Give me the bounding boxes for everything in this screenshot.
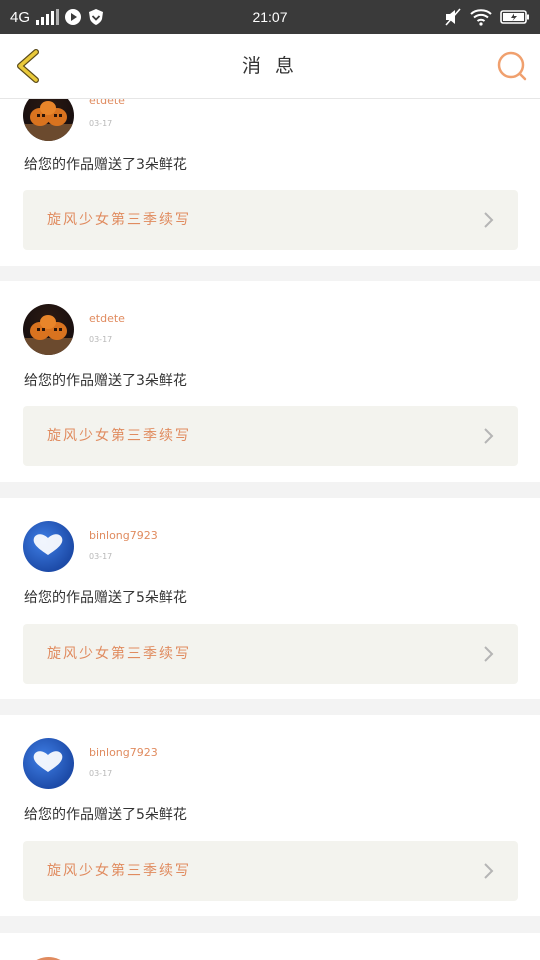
mute-icon: [445, 8, 461, 26]
message-text: 给您的作品赠送了3朵鲜花: [24, 373, 187, 389]
pumpkin-avatar-image: [23, 101, 74, 141]
search-icon[interactable]: [496, 50, 528, 82]
message-card: etdete 03-17 给您的作品赠送了3朵鲜花 旋风少女第三季续写: [0, 281, 540, 482]
work-link-button[interactable]: 旋风少女第三季续写: [23, 841, 518, 901]
chevron-right-icon: [484, 646, 494, 662]
work-link-button[interactable]: 旋风少女第三季续写: [23, 624, 518, 684]
status-right: [444, 0, 530, 34]
user-avatar[interactable]: [23, 99, 74, 141]
message-list[interactable]: etdete 03-17 给您的作品赠送了3朵鲜花 旋风少女第三季续写 etde…: [0, 99, 540, 960]
work-title: 旋风少女第三季续写: [47, 646, 191, 662]
username[interactable]: binlong7923: [89, 746, 158, 759]
user-avatar[interactable]: [23, 738, 74, 789]
work-link-button[interactable]: 旋风少女第三季续写: [23, 190, 518, 250]
page-title: 消 息: [241, 55, 299, 77]
status-bar: 4G 21:07: [0, 0, 540, 34]
message-card: binlong7923 03-17 给您的作品赠送了5朵鲜花 旋风少女第三季续写: [0, 715, 540, 916]
heart-cloud-avatar-image: [33, 534, 63, 555]
username[interactable]: etdete: [89, 312, 125, 325]
work-link-button[interactable]: 旋风少女第三季续写: [23, 406, 518, 466]
username[interactable]: binlong7923: [89, 529, 158, 542]
message-text: 给您的作品赠送了5朵鲜花: [24, 590, 187, 606]
chevron-right-icon: [484, 863, 494, 879]
battery-icon: [500, 10, 529, 24]
message-date: 03-17: [89, 552, 113, 561]
message-card: etdete 03-17 给您的作品赠送了3朵鲜花 旋风少女第三季续写: [0, 99, 540, 266]
user-avatar[interactable]: [23, 304, 74, 355]
chevron-right-icon: [484, 212, 494, 228]
message-text: 给您的作品赠送了5朵鲜花: [24, 807, 187, 823]
wifi-icon: [470, 9, 492, 26]
pumpkin-avatar-image: [23, 315, 74, 355]
message-card: [0, 933, 540, 960]
message-card: binlong7923 03-17 给您的作品赠送了5朵鲜花 旋风少女第三季续写: [0, 498, 540, 699]
message-date: 03-17: [89, 119, 113, 128]
message-date: 03-17: [89, 335, 113, 344]
chevron-right-icon: [484, 428, 494, 444]
username[interactable]: etdete: [89, 99, 125, 107]
work-title: 旋风少女第三季续写: [47, 863, 191, 879]
message-text: 给您的作品赠送了3朵鲜花: [24, 157, 187, 173]
user-avatar[interactable]: [23, 521, 74, 572]
nav-bar: 消 息: [0, 34, 540, 99]
work-title: 旋风少女第三季续写: [47, 428, 191, 444]
heart-cloud-avatar-image: [33, 751, 63, 772]
work-title: 旋风少女第三季续写: [47, 212, 191, 228]
message-date: 03-17: [89, 769, 113, 778]
